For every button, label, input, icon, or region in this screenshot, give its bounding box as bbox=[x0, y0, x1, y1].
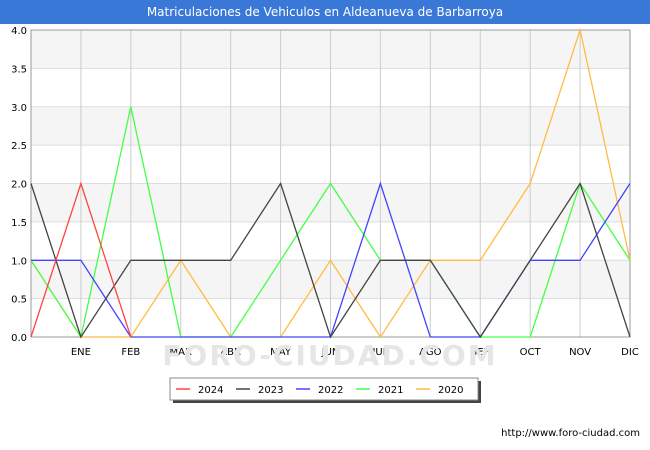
y-tick-label: 3.5 bbox=[11, 64, 27, 75]
legend-label-2020: 2020 bbox=[438, 385, 463, 396]
y-tick-label: 1.0 bbox=[11, 256, 27, 267]
y-axis-labels: 0.0 0.5 1.0 1.5 2.0 2.5 3.0 3.5 4.0 bbox=[11, 26, 27, 344]
footer-url: http://www.foro-ciudad.com bbox=[501, 428, 640, 439]
legend: 2024 2023 2022 2021 2020 bbox=[169, 377, 481, 403]
chart-title: Matriculaciones de Vehiculos en Aldeanue… bbox=[0, 0, 650, 24]
y-tick-label: 2.5 bbox=[11, 141, 27, 152]
watermark: FORO-CIUDAD.COM bbox=[162, 339, 497, 372]
y-tick-label: 0.5 bbox=[11, 295, 27, 306]
legend-label-2023: 2023 bbox=[258, 385, 283, 396]
x-tick-label: NOV bbox=[569, 347, 591, 358]
y-tick-label: 3.0 bbox=[11, 103, 27, 114]
chart-svg: 0.00.51.01.52.02.53.03.54.0 ENE FEB MAR ABR… bbox=[11, 26, 639, 403]
y-tick-label: 1.5 bbox=[11, 218, 27, 229]
x-tick-label: ENE bbox=[71, 347, 91, 358]
y-tick-label: 2.0 bbox=[11, 180, 27, 191]
x-tick-label: OCT bbox=[520, 347, 542, 358]
legend-label-2022: 2022 bbox=[318, 385, 343, 396]
y-tick-label: 0.0 bbox=[11, 333, 27, 344]
legend-label-2021: 2021 bbox=[378, 385, 403, 396]
x-tick-label: DIC bbox=[621, 347, 639, 358]
legend-label-2024: 2024 bbox=[198, 385, 223, 396]
x-tick-label: FEB bbox=[121, 347, 140, 358]
y-tick-label: 4.0 bbox=[11, 26, 27, 37]
